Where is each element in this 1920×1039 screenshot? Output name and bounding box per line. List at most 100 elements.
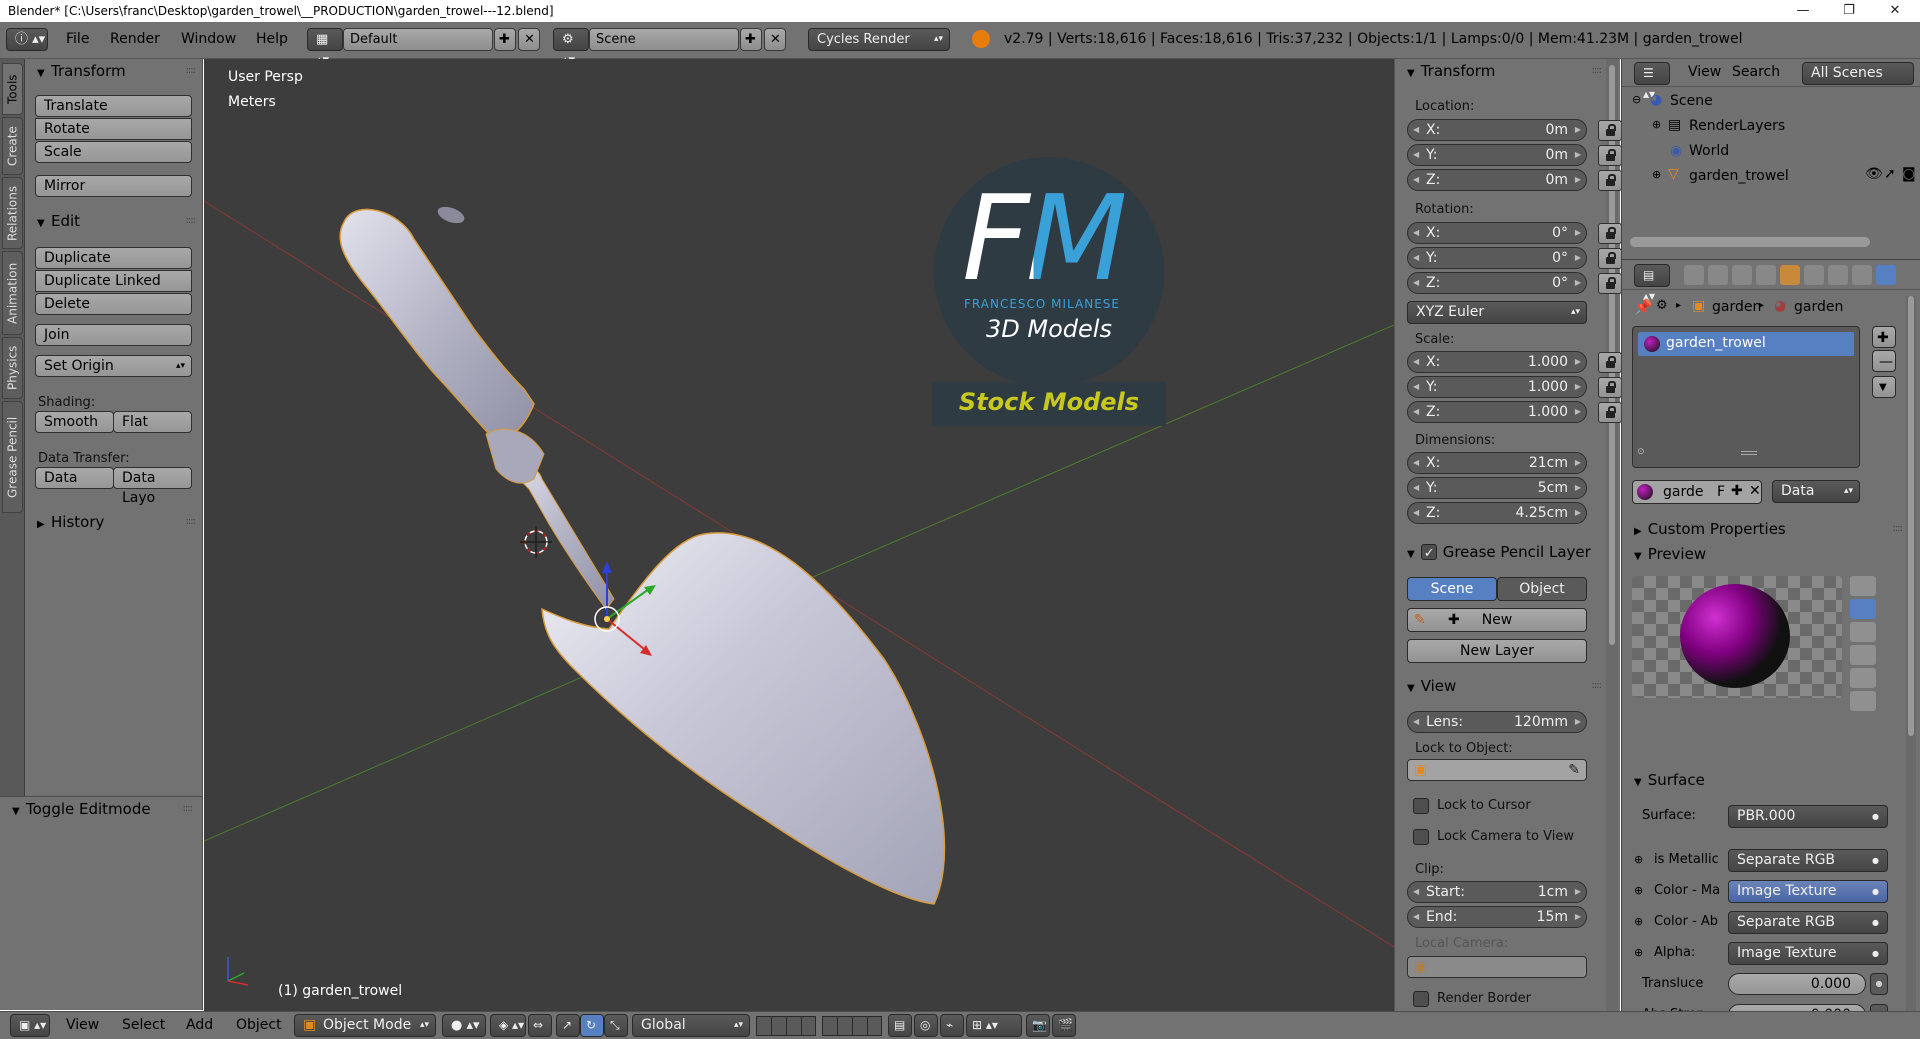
set-origin-select[interactable]: Set Origin ▴▾ bbox=[35, 355, 192, 377]
location-z-lock-icon[interactable] bbox=[1598, 170, 1622, 191]
location-z-field[interactable]: ◀ Z: 0m ▶ bbox=[1407, 169, 1587, 191]
preview-hair-icon[interactable] bbox=[1850, 668, 1876, 688]
location-y-field[interactable]: ◀ Y: 0m ▶ bbox=[1407, 144, 1587, 166]
outliner-scrollbar[interactable] bbox=[1630, 237, 1870, 247]
custom-properties-header[interactable]: ▶ Custom Properties:::: bbox=[1622, 517, 1903, 541]
preview-spheres-icon[interactable] bbox=[1850, 691, 1876, 711]
new-material-icon[interactable]: ✚ bbox=[1731, 483, 1743, 499]
tab-create[interactable]: Create bbox=[2, 117, 23, 175]
toggle-editmode-header[interactable]: ▼ Toggle Editmode:::: bbox=[0, 797, 200, 821]
data-tab-icon[interactable] bbox=[1852, 265, 1872, 285]
layer-buttons-b[interactable] bbox=[822, 1016, 882, 1036]
material-datablock-field[interactable]: garde F ✚ ✕ bbox=[1632, 480, 1762, 504]
object-menu[interactable]: Object bbox=[236, 1017, 282, 1033]
layer-buttons-a[interactable] bbox=[756, 1016, 816, 1036]
input-0-select[interactable]: Separate RGB ● bbox=[1728, 849, 1888, 872]
translucency-slider[interactable]: 0.000 bbox=[1728, 973, 1866, 995]
location-x-lock-icon[interactable] bbox=[1598, 120, 1622, 141]
dimension-x-field[interactable]: ◀ X: 21cm ▶ bbox=[1407, 452, 1587, 474]
layout-name-field[interactable]: Default bbox=[343, 28, 493, 51]
renderlayers-expand-icon[interactable]: ⊕ bbox=[1652, 118, 1661, 131]
snap-toggle-icon[interactable]: ⌁ bbox=[940, 1014, 964, 1037]
scene-name-field[interactable]: Scene bbox=[589, 28, 739, 51]
menu-render[interactable]: Render bbox=[110, 29, 160, 49]
add-scene-icon[interactable]: ✚ bbox=[740, 28, 762, 51]
select-arrow-icon[interactable]: ➚ bbox=[1884, 166, 1896, 182]
mirror-button[interactable]: Mirror bbox=[35, 175, 192, 197]
lock-object-field[interactable]: ▣ ✎ bbox=[1407, 759, 1587, 781]
tab-animation[interactable]: Animation bbox=[2, 251, 23, 335]
translate-button[interactable]: Translate bbox=[35, 95, 192, 117]
tab-tools[interactable]: Tools bbox=[2, 63, 23, 115]
shade-smooth-button[interactable]: Smooth bbox=[35, 411, 114, 433]
material-slot-selected[interactable]: garden_trowel bbox=[1638, 332, 1854, 356]
snap-element-icon[interactable]: ⊞ ▴▾ bbox=[966, 1014, 1022, 1037]
rotation-z-lock-icon[interactable] bbox=[1598, 273, 1622, 294]
material-link-select[interactable]: Data ▴▾ bbox=[1772, 480, 1860, 503]
data-layout-button[interactable]: Data Layo bbox=[113, 467, 192, 506]
visibility-eye-icon[interactable]: 👁 bbox=[1865, 166, 1883, 182]
grease-pencil-header[interactable]: ▼Grease Pencil Layer bbox=[1395, 540, 1615, 564]
clip-start-field[interactable]: ◀ Start: 1cm ▶ bbox=[1407, 881, 1587, 903]
dimension-y-field[interactable]: ◀ Y: 5cm ▶ bbox=[1407, 477, 1587, 499]
scale-button[interactable]: Scale bbox=[35, 141, 192, 163]
edit-panel-header[interactable]: ▼ Edit:::: bbox=[25, 209, 203, 233]
input-1-select[interactable]: Image Texture ● bbox=[1728, 880, 1888, 903]
preview-cube-icon[interactable] bbox=[1850, 622, 1876, 642]
manipulator-toggle-icon[interactable]: ⇔ bbox=[528, 1014, 552, 1037]
opengl-animation-icon[interactable]: 🎬 bbox=[1052, 1014, 1076, 1037]
unlink-material-icon[interactable]: ✕ bbox=[1749, 483, 1761, 499]
pivot-point-select[interactable]: ◈ ▴▾ bbox=[490, 1014, 526, 1037]
dimension-z-field[interactable]: ◀ Z: 4.25cm ▶ bbox=[1407, 502, 1587, 524]
scale-y-field[interactable]: ◀ Y: 1.000 ▶ bbox=[1407, 376, 1587, 398]
duplicate-button[interactable]: Duplicate bbox=[35, 247, 192, 269]
scene-expand-icon[interactable]: ⊖ bbox=[1632, 93, 1641, 106]
scale-z-field[interactable]: ◀ Z: 1.000 ▶ bbox=[1407, 401, 1587, 423]
outliner-item-scene[interactable]: Scene bbox=[1670, 93, 1713, 109]
outliner-display-select[interactable]: All Scenes bbox=[1802, 62, 1914, 85]
add-layout-icon[interactable]: ✚ bbox=[494, 28, 516, 51]
rotate-button[interactable]: Rotate bbox=[35, 118, 192, 140]
rotation-y-field[interactable]: ◀ Y: 0° ▶ bbox=[1407, 247, 1587, 269]
menu-window[interactable]: Window bbox=[181, 29, 236, 49]
maximize-button[interactable]: ❐ bbox=[1826, 0, 1872, 22]
material-tab-icon[interactable] bbox=[1876, 265, 1896, 285]
scene-tab-icon[interactable] bbox=[1732, 265, 1752, 285]
history-panel-header[interactable]: ▶ History:::: bbox=[25, 510, 203, 534]
add-material-slot-button[interactable]: ✚ bbox=[1872, 326, 1896, 348]
object-expand-icon[interactable]: ⊕ bbox=[1652, 168, 1661, 181]
scale-x-field[interactable]: ◀ X: 1.000 ▶ bbox=[1407, 351, 1587, 373]
rotation-x-lock-icon[interactable] bbox=[1598, 223, 1622, 244]
world-tab-icon[interactable] bbox=[1756, 265, 1776, 285]
input-3-link-icon[interactable]: ⊕ bbox=[1634, 946, 1643, 959]
lens-field[interactable]: ◀ Lens: 120mm ▶ bbox=[1407, 711, 1587, 733]
surface-header[interactable]: ▼ Surface bbox=[1622, 768, 1842, 792]
render-tab-icon[interactable] bbox=[1684, 265, 1704, 285]
transform-orientation-select[interactable]: Global ▴▾ bbox=[632, 1014, 750, 1037]
menu-file[interactable]: File bbox=[66, 29, 89, 49]
properties-scrollbar[interactable] bbox=[1906, 296, 1916, 1026]
scene-icon[interactable]: ⚙ ▴▾ bbox=[553, 28, 589, 68]
renderlayer-tab-icon[interactable] bbox=[1708, 265, 1728, 285]
tab-relations[interactable]: Relations bbox=[2, 177, 23, 249]
preview-plane-icon[interactable] bbox=[1850, 576, 1876, 596]
modifiers-tab-icon[interactable] bbox=[1828, 265, 1848, 285]
material-slot-list[interactable]: garden_trowel ⊙ bbox=[1632, 326, 1860, 468]
mode-select[interactable]: ▣ Object Mode ▴▾ bbox=[294, 1014, 436, 1037]
scale-manipulator-icon[interactable]: ⤡ bbox=[604, 1014, 628, 1037]
shade-flat-button[interactable]: Flat bbox=[113, 411, 192, 433]
object-tab-icon[interactable] bbox=[1780, 265, 1800, 285]
input-0-link-icon[interactable]: ⊕ bbox=[1634, 853, 1643, 866]
render-engine-select[interactable]: Cycles Render ▴▾ bbox=[808, 28, 950, 51]
input-1-link-icon[interactable]: ⊕ bbox=[1634, 884, 1643, 897]
translucency-link-icon[interactable]: ● bbox=[1870, 973, 1888, 995]
rotation-x-field[interactable]: ◀ X: 0° ▶ bbox=[1407, 222, 1587, 244]
outliner-editor-icon[interactable]: ☰ ▴▾ bbox=[1634, 62, 1670, 101]
scale-x-lock-icon[interactable] bbox=[1598, 352, 1622, 373]
tab-grease-pencil[interactable]: Grease Pencil bbox=[2, 401, 23, 513]
location-x-field[interactable]: ◀ X: 0m ▶ bbox=[1407, 119, 1587, 141]
pin-icon[interactable]: 📌 bbox=[1634, 298, 1653, 316]
properties-editor-icon[interactable]: ▤ ▴▾ bbox=[1634, 264, 1670, 303]
render-border-checkbox[interactable] bbox=[1413, 991, 1429, 1007]
material-specials-icon[interactable]: ▼ bbox=[1872, 376, 1896, 398]
